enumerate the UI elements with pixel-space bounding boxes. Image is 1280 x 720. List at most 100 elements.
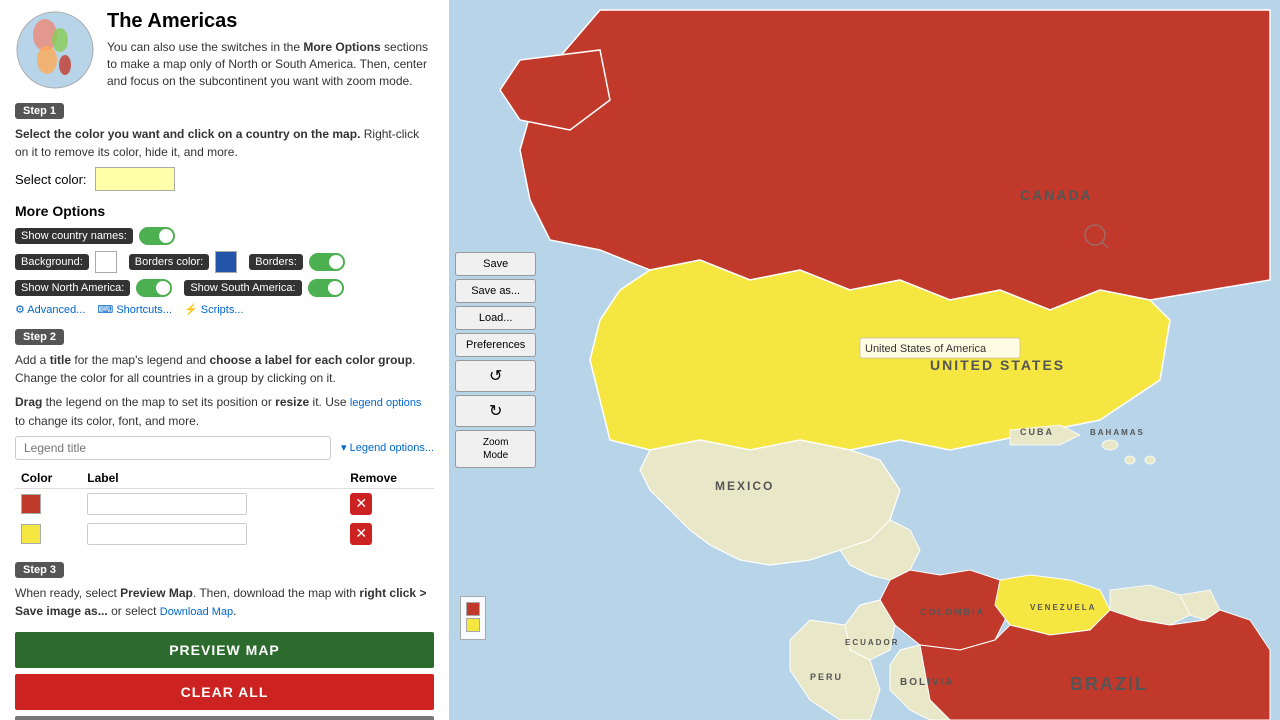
undo-button[interactable]: ↺ (455, 360, 536, 392)
bg-borders-row: Background: Borders color: Borders: (15, 251, 434, 273)
globe-icon (15, 10, 95, 90)
show-south-america-toggle[interactable] (308, 279, 344, 297)
us-label: UNITED STATES (930, 357, 1065, 373)
more-options-bold: More Options (303, 40, 380, 54)
step1-badge: Step 1 (15, 103, 64, 119)
legend-item-yellow (466, 618, 480, 632)
haiti-path[interactable] (1125, 456, 1135, 464)
borders-label: Borders: (249, 254, 303, 270)
color-cell-2 (15, 519, 81, 549)
legend-options-link[interactable]: ▾ Legend options... (341, 441, 434, 454)
color-picker[interactable] (95, 167, 175, 191)
bolivia-label: BOLIVIA (900, 677, 955, 688)
color-table: Color Label Remove ✕ (15, 468, 434, 549)
color-cell-1 (15, 488, 81, 519)
header-description: You can also use the switches in the Mor… (107, 39, 434, 89)
table-row: ✕ (15, 488, 434, 519)
borders-color-label: Borders color: (129, 254, 209, 270)
step3-badge: Step 3 (15, 562, 64, 578)
map-panel: CANADA UNITED STATES MEXICO CUBA BAHAMAS… (450, 0, 1280, 720)
borders-item: Borders: (249, 253, 345, 271)
tooltip-text: United States of America (865, 343, 987, 355)
color-select-row: Select color: (15, 167, 434, 191)
map-legend[interactable] (460, 596, 486, 640)
label-cell-1 (81, 488, 344, 519)
advanced-links-row: ⚙ Advanced... ⌨ Shortcuts... ⚡ Scripts..… (15, 303, 434, 316)
col-remove: Remove (344, 468, 434, 489)
more-options-section: More Options Show country names: Backgro… (15, 203, 434, 316)
more-options-title: More Options (15, 203, 434, 219)
ecuador-label: ECUADOR (845, 638, 899, 647)
background-color-btn[interactable] (95, 251, 117, 273)
color-select-label: Select color: (15, 172, 87, 187)
label-input-1[interactable] (87, 493, 247, 515)
left-panel: The Americas You can also use the switch… (0, 0, 450, 720)
show-country-names-label: Show country names: (15, 228, 133, 244)
show-north-america-label: Show North America: (15, 280, 130, 296)
save-button[interactable]: Save (455, 252, 536, 276)
legend-swatch-yellow (466, 618, 480, 632)
load-button[interactable]: Load... (455, 306, 536, 330)
page-title: The Americas (107, 10, 434, 33)
bahamas-label: BAHAMAS (1090, 428, 1145, 437)
download-map-link[interactable]: Download Map (160, 606, 233, 618)
show-north-america-toggle[interactable] (136, 279, 172, 297)
advanced-link[interactable]: ⚙ Advanced... (15, 303, 85, 316)
step2-badge: Step 2 (15, 329, 64, 345)
header-text: The Americas You can also use the switch… (107, 10, 434, 89)
cuba-label: CUBA (1020, 427, 1054, 437)
background-item: Background: (15, 251, 117, 273)
color-swatch-red[interactable] (21, 494, 41, 514)
country-names-row: Show country names: (15, 227, 434, 245)
color-swatch-yellow[interactable] (21, 524, 41, 544)
redo-button[interactable]: ↻ (455, 395, 536, 427)
borders-color-item: Borders color: (129, 251, 237, 273)
remove-cell-1: ✕ (344, 488, 434, 519)
scripts-link[interactable]: ⚡ Scripts... (184, 303, 244, 316)
step1-section: Step 1 Select the color you want and cli… (15, 102, 434, 191)
remove-btn-2[interactable]: ✕ (350, 523, 372, 545)
legend-title-input[interactable] (15, 436, 331, 460)
legend-title-row: ▾ Legend options... (15, 436, 434, 460)
table-row: ✕ (15, 519, 434, 549)
venezuela-label: VENEZUELA (1030, 603, 1096, 612)
borders-toggle[interactable] (309, 253, 345, 271)
show-south-america-item: Show South America: (184, 279, 343, 297)
show-south-america-label: Show South America: (184, 280, 301, 296)
legend-options-inline-link[interactable]: legend options (350, 397, 422, 409)
canada-label: CANADA (1020, 187, 1093, 203)
mexico-label: MEXICO (715, 479, 774, 493)
remove-btn-1[interactable]: ✕ (350, 493, 372, 515)
step1-instruction: Select the color you want and click on a… (15, 125, 434, 161)
preferences-button[interactable]: Preferences (455, 333, 536, 357)
shortcuts-link[interactable]: ⌨ Shortcuts... (97, 303, 172, 316)
zoom-mode-button[interactable]: ZoomMode (455, 430, 536, 468)
borders-color-btn[interactable] (215, 251, 237, 273)
preview-map-button[interactable]: PREVIEW MAP (15, 632, 434, 668)
show-north-america-item: Show North America: (15, 279, 172, 297)
legend-item-red (466, 602, 480, 616)
col-color: Color (15, 468, 81, 489)
remove-cell-2: ✕ (344, 519, 434, 549)
col-label: Label (81, 468, 344, 489)
legend-swatch-red (466, 602, 480, 616)
step3-section: Step 3 When ready, select Preview Map. T… (15, 561, 434, 621)
colombia-label: COLOMBIA (920, 607, 985, 617)
north-south-row: Show North America: Show South America: (15, 279, 434, 297)
step2-section: Step 2 Add a title for the map's legend … (15, 328, 434, 549)
label-cell-2 (81, 519, 344, 549)
clear-all-button[interactable]: CLEAR ALL (15, 674, 434, 710)
step3-instruction: When ready, select Preview Map. Then, do… (15, 584, 434, 621)
save-upload-button[interactable]: SAVE – UPLOAD MAP CONFIGURATION (15, 716, 434, 720)
save-as-button[interactable]: Save as... (455, 279, 536, 303)
show-country-names-toggle[interactable] (139, 227, 175, 245)
dr-path[interactable] (1145, 456, 1155, 464)
peru-label: PERU (810, 672, 843, 682)
bahamas-path[interactable] (1102, 440, 1118, 450)
label-input-2[interactable] (87, 523, 247, 545)
map-side-buttons: Save Save as... Load... Preferences ↺ ↻ … (450, 247, 541, 473)
step2-instruction2: Drag the legend on the map to set its po… (15, 393, 434, 430)
background-label: Background: (15, 254, 89, 270)
americas-map[interactable]: CANADA UNITED STATES MEXICO CUBA BAHAMAS… (450, 0, 1280, 720)
show-country-names-item: Show country names: (15, 227, 175, 245)
